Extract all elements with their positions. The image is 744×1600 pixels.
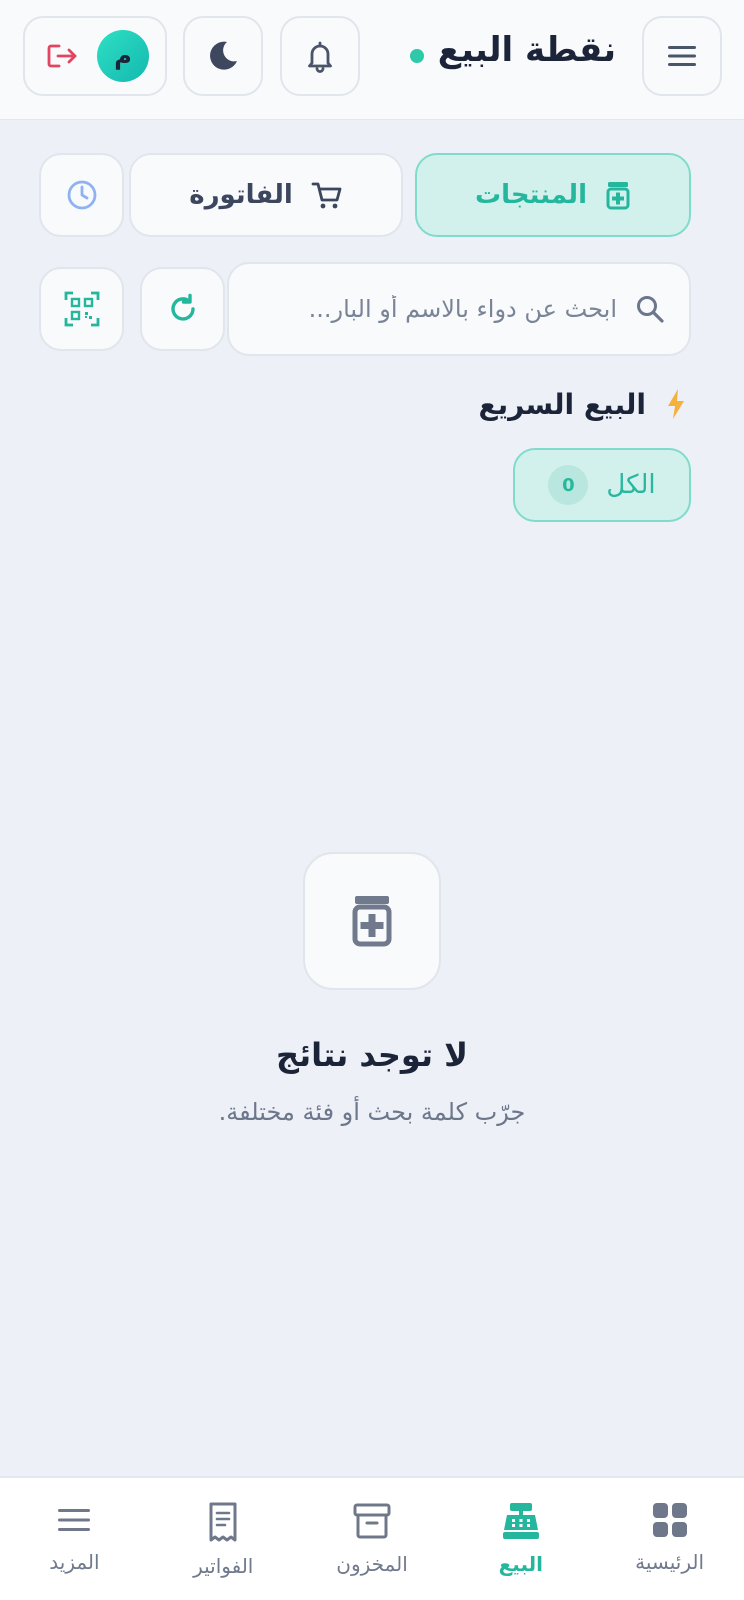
receipt-icon xyxy=(209,1502,237,1542)
refresh-button[interactable] xyxy=(140,267,225,351)
barcode-scan-button[interactable] xyxy=(39,267,124,351)
app-header: نقطة البيع م xyxy=(0,0,744,120)
menu-button[interactable] xyxy=(642,16,722,96)
dark-mode-toggle[interactable] xyxy=(183,16,263,96)
nav-item-more[interactable]: المزيد xyxy=(0,1478,149,1600)
nav-item-invoices[interactable]: الفواتير xyxy=(149,1478,298,1600)
nav-label: الفواتير xyxy=(193,1554,254,1578)
cart-icon xyxy=(311,182,342,209)
logout-icon[interactable] xyxy=(45,41,79,71)
tab-products[interactable]: المنتجات xyxy=(415,153,691,237)
empty-state-icon-box xyxy=(303,852,441,990)
chip-label: الكل xyxy=(606,470,656,500)
grid-icon xyxy=(652,1503,687,1537)
nav-label: المخزون xyxy=(336,1552,408,1576)
bottom-navigation: الرئيسية البيع المخزون الفواتير المزيد xyxy=(0,1476,744,1600)
medicine-icon xyxy=(606,182,630,210)
status-dot xyxy=(409,49,424,63)
chip-count-badge: 0 xyxy=(548,465,589,505)
user-menu[interactable]: م xyxy=(23,16,167,96)
search-input[interactable] xyxy=(245,295,617,323)
menu-icon xyxy=(58,1509,91,1531)
notifications-button[interactable] xyxy=(280,16,360,96)
tab-invoice[interactable]: الفاتورة xyxy=(129,153,403,237)
moon-icon xyxy=(210,41,237,70)
medicine-icon xyxy=(352,896,392,947)
tab-products-label: المنتجات xyxy=(475,180,587,210)
quick-sale-header: البيع السريع xyxy=(478,380,686,428)
avatar: م xyxy=(97,30,149,82)
lightning-icon xyxy=(668,389,684,419)
bell-icon xyxy=(308,41,332,73)
search-icon xyxy=(637,296,664,323)
nav-label: البيع xyxy=(498,1552,543,1576)
archive-icon xyxy=(353,1503,391,1539)
history-button[interactable] xyxy=(39,153,124,237)
empty-state-subtitle: جرّب كلمة بحث أو فئة مختلفة. xyxy=(218,1098,526,1126)
nav-item-sales[interactable]: البيع xyxy=(446,1478,595,1600)
nav-item-inventory[interactable]: المخزون xyxy=(298,1478,447,1600)
clock-icon xyxy=(67,180,96,210)
page-title-group: نقطة البيع xyxy=(409,24,616,76)
category-chip-all[interactable]: الكل 0 xyxy=(513,448,691,522)
cash-register-icon xyxy=(502,1503,539,1539)
qr-scan-icon xyxy=(64,291,99,327)
nav-label: الرئيسية xyxy=(635,1550,705,1574)
empty-state-title: لا توجد نتائج xyxy=(276,1036,468,1074)
refresh-icon xyxy=(170,293,195,321)
search-box[interactable] xyxy=(227,262,691,356)
nav-item-home[interactable]: الرئيسية xyxy=(595,1478,744,1600)
nav-label: المزيد xyxy=(49,1550,100,1574)
quick-sale-title: البيع السريع xyxy=(478,387,646,421)
tab-invoice-label: الفاتورة xyxy=(189,180,293,210)
page-title: نقطة البيع xyxy=(437,30,616,70)
menu-icon xyxy=(668,46,696,66)
